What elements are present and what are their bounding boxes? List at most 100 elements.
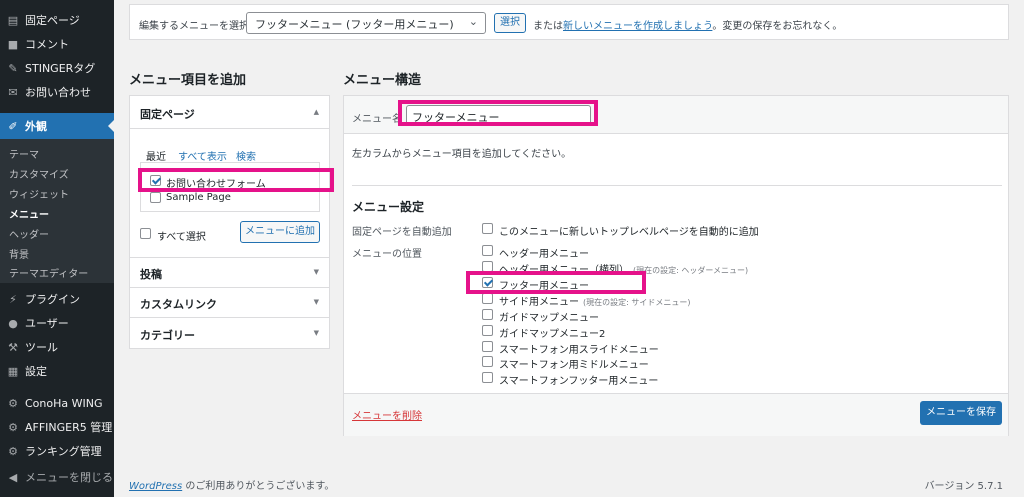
location-checkbox-header[interactable] (482, 245, 493, 256)
pin-icon: ✎ (8, 61, 18, 75)
brush-icon: ✐ (8, 119, 18, 133)
sidebar-item-stinger-tag[interactable]: ✎ STINGERタグ (0, 57, 114, 79)
menu-select-value: フッターメニュー (フッター用メニュー) (255, 18, 454, 31)
location-checkbox-guidemap2[interactable] (482, 325, 493, 336)
instructions-text: 左カラムからメニュー項目を追加してください。 (352, 149, 572, 160)
divider (130, 257, 329, 258)
location-checkbox-sp-footer[interactable] (482, 372, 493, 383)
sidebar-item-comments[interactable]: ■ コメント (0, 33, 114, 55)
tab-search[interactable]: 検索 (236, 148, 256, 163)
menu-select-dropdown[interactable]: フッターメニュー (フッター用メニュー) ⌄ (246, 12, 486, 34)
caret-up-icon[interactable]: ▲ (314, 108, 319, 116)
custom-links-section-title[interactable]: カスタムリンク (140, 296, 217, 312)
location-note: (現在の設定: ヘッダーメニュー) (633, 266, 749, 275)
caret-down-icon[interactable]: ▼ (314, 298, 319, 306)
user-icon: ● (8, 316, 18, 330)
wrench-icon: ⚒ (8, 340, 18, 354)
sidebar-item-label: コメント (25, 38, 69, 51)
sidebar-item-plugins[interactable]: ⚡ プラグイン (0, 288, 114, 310)
sidebar-item-label: 固定ページ (25, 14, 80, 27)
submenu-item-themes[interactable]: テーマ (9, 146, 39, 161)
divider (130, 128, 329, 129)
location-label-header: ヘッダー用メニュー (499, 249, 589, 260)
save-menu-button[interactable]: メニューを保存 (920, 401, 1002, 425)
sidebar-item-label: プラグイン (25, 293, 80, 306)
submenu-item-customize[interactable]: カスタマイズ (9, 166, 69, 181)
auto-add-option: このメニューに新しいトップレベルページを自動的に追加 (499, 227, 759, 238)
categories-section-title[interactable]: カテゴリー (140, 327, 195, 343)
divider (352, 185, 1002, 186)
collapse-icon: ◀ (8, 470, 18, 484)
plugin-icon: ⚡ (9, 292, 17, 306)
sidebar-item-label: 設定 (25, 365, 47, 378)
chevron-down-icon: ⌄ (468, 15, 478, 28)
add-to-menu-button[interactable]: メニューに追加 (240, 221, 320, 243)
menu-structure-heading: メニュー構造 (343, 73, 422, 88)
gear-icon: ⚙ (8, 396, 18, 410)
add-items-heading: メニュー項目を追加 (129, 73, 247, 88)
sidebar-item-pages[interactable]: ▤ 固定ページ (0, 9, 114, 31)
sidebar-item-settings[interactable]: ▦ 設定 (0, 360, 114, 382)
sidebar-item-affinger[interactable]: ⚙ AFFINGER5 管理 (0, 416, 114, 438)
select-button[interactable]: 選択 (494, 13, 526, 33)
divider (130, 287, 329, 288)
posts-section-title[interactable]: 投稿 (140, 266, 162, 282)
appearance-submenu: テーマ カスタマイズ ウィジェット メニュー ヘッダー 背景 テーマエディター (0, 139, 114, 283)
sidebar-item-label: STINGERタグ (25, 62, 96, 75)
sidebar-item-label: ツール (25, 341, 58, 354)
location-name: サイド用メニュー (499, 297, 579, 308)
location-note: (現在の設定: サイドメニュー) (583, 298, 691, 307)
highlight-contact-form (138, 168, 334, 192)
page-checkbox-sample[interactable] (150, 192, 161, 203)
or-text: または (533, 21, 563, 32)
location-label-sp-slide: スマートフォン用スライドメニュー (499, 345, 659, 356)
auto-add-checkbox[interactable] (482, 223, 493, 234)
select-menu-label: 編集するメニューを選択: (139, 21, 253, 32)
create-menu-text: または新しいメニューを作成しましょう。変更の保存をお忘れなく。 (533, 17, 842, 32)
sidebar-item-ranking[interactable]: ⚙ ランキング管理 (0, 440, 114, 462)
sidebar-item-label: メニューを閉じる (25, 471, 113, 484)
submenu-item-background[interactable]: 背景 (9, 246, 29, 261)
menu-structure-panel: メニュー名 フッターメニュー 左カラムからメニュー項目を追加してください。 メニ… (343, 95, 1009, 436)
location-checkbox-sp-middle[interactable] (482, 356, 493, 367)
delete-menu-link[interactable]: メニューを削除 (352, 407, 422, 422)
menu-footer-bar (344, 393, 1008, 436)
sidebar-item-contact[interactable]: ✉ お問い合わせ (0, 81, 114, 103)
current-arrow (108, 120, 114, 132)
comments-icon: ■ (7, 37, 19, 51)
tab-view-all[interactable]: すべて表示 (178, 148, 227, 163)
submenu-item-header[interactable]: ヘッダー (9, 226, 49, 241)
admin-sidebar: ▤ 固定ページ ■ コメント ✎ STINGERタグ ✉ お問い合わせ ✐ 外観 テーマ … (0, 0, 114, 497)
location-label-guidemap: ガイドマップメニュー (499, 313, 599, 324)
sidebar-collapse[interactable]: ◀ メニューを閉じる (0, 466, 114, 488)
submenu-item-menus[interactable]: メニュー (9, 206, 49, 221)
location-checkbox-guidemap[interactable] (482, 309, 493, 320)
sidebar-item-appearance[interactable]: ✐ 外観 (0, 113, 114, 139)
submenu-item-widgets[interactable]: ウィジェット (9, 186, 69, 201)
tab-recent[interactable]: 最近 (146, 148, 166, 163)
create-new-menu-link[interactable]: 新しいメニューを作成しましょう (563, 21, 712, 32)
pages-section-title[interactable]: 固定ページ (140, 106, 195, 122)
sidebar-item-users[interactable]: ● ユーザー (0, 312, 114, 334)
wordpress-link[interactable]: WordPress (129, 481, 182, 492)
highlight-footer-menu (466, 271, 646, 294)
location-label-side: サイド用メニュー (現在の設定: サイドメニュー) (499, 293, 690, 308)
location-label-sp-footer: スマートフォンフッター用メニュー (499, 376, 659, 387)
location-checkbox-side[interactable] (482, 293, 493, 304)
pages-icon: ▤ (7, 13, 19, 27)
sidebar-item-conoha[interactable]: ⚙ ConoHa WING (0, 392, 114, 414)
gear-icon: ⚙ (8, 444, 18, 458)
select-all-checkbox[interactable] (140, 228, 151, 239)
select-all-label: すべて選択 (157, 232, 206, 243)
sidebar-item-label: ユーザー (25, 317, 69, 330)
version-text: バージョン 5.7.1 (924, 481, 1003, 492)
menu-settings-heading: メニュー設定 (352, 200, 425, 214)
save-reminder-text: 。変更の保存をお忘れなく。 (712, 21, 843, 32)
sidebar-item-tools[interactable]: ⚒ ツール (0, 336, 114, 358)
location-checkbox-sp-slide[interactable] (482, 341, 493, 352)
caret-down-icon[interactable]: ▼ (314, 268, 319, 276)
sidebar-item-label: 外観 (25, 120, 47, 133)
sidebar-item-label: お問い合わせ (25, 86, 91, 99)
caret-down-icon[interactable]: ▼ (314, 329, 319, 337)
submenu-item-theme-editor[interactable]: テーマエディター (9, 265, 88, 280)
